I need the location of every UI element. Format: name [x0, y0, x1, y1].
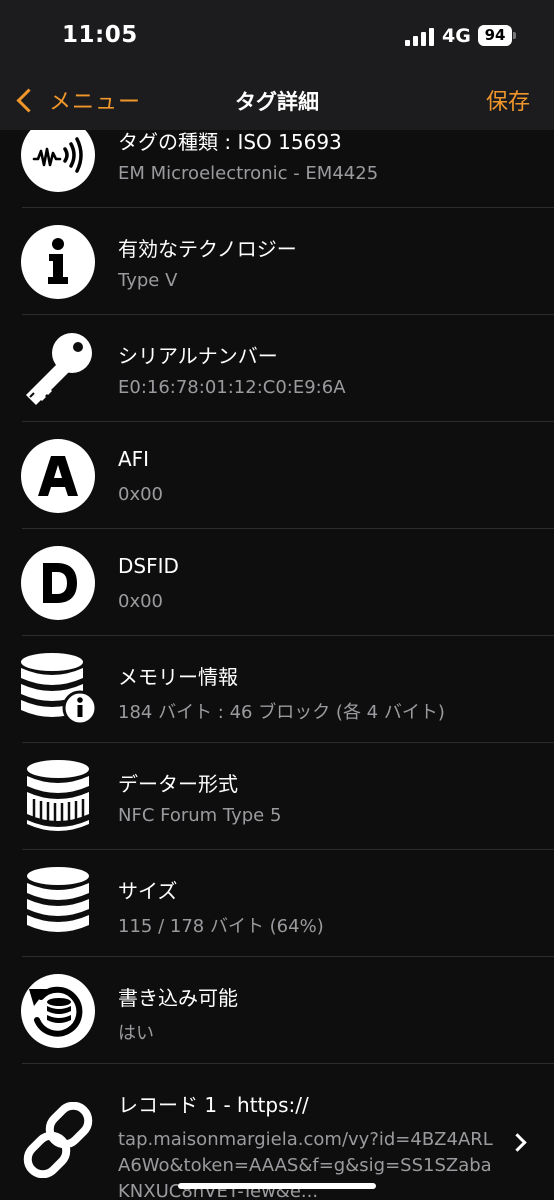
row-title: メモリー情報 — [118, 665, 238, 689]
list-item-data-format[interactable]: データー形式 NFC Forum Type 5 — [0, 743, 554, 850]
letter-d-icon — [21, 546, 95, 620]
row-value: 115 / 178 バイト (64%) — [118, 916, 324, 937]
page-title: タグ詳細 — [235, 90, 319, 114]
row-title: サイズ — [118, 879, 178, 903]
battery-icon: 94 — [478, 25, 512, 46]
row-title: AFI — [118, 447, 150, 471]
row-title: DSFID — [118, 554, 179, 578]
tag-detail-list[interactable]: タグの種類 : ISO 15693 EM Microelectronic - E… — [0, 130, 554, 1200]
chevron-right-icon — [508, 1133, 527, 1152]
list-item-technologies[interactable]: 有効なテクノロジー Type V — [0, 208, 554, 315]
list-item-tag-type[interactable]: タグの種類 : ISO 15693 EM Microelectronic - E… — [0, 130, 554, 208]
list-item-writable[interactable]: 書き込み可能 はい — [0, 957, 554, 1064]
info-icon — [21, 225, 95, 299]
row-value: 0x00 — [118, 591, 164, 612]
link-icon — [23, 1102, 93, 1178]
status-bar: 11:05 4G 94 — [0, 0, 554, 70]
status-time: 11:05 — [62, 22, 138, 48]
memory-info-icon — [21, 653, 96, 726]
key-icon — [26, 333, 92, 405]
row-value: 184 バイト : 46 ブロック (各 4 バイト) — [118, 702, 445, 723]
list-item-record-1[interactable]: レコード 1 - https:// tap.maisonmargiela.com… — [0, 1064, 554, 1200]
network-type: 4G — [442, 25, 471, 47]
home-indicator[interactable] — [178, 1183, 376, 1189]
row-value: tap.maisonmargiela.com/vy?id=4BZ4ARLA6Wo… — [118, 1129, 493, 1200]
row-value: NFC Forum Type 5 — [118, 805, 282, 826]
row-title: レコード 1 - https:// — [118, 1093, 309, 1117]
row-title: 有効なテクノロジー — [118, 237, 297, 261]
save-button[interactable]: 保存 — [486, 84, 530, 116]
row-title: シリアルナンバー — [118, 344, 278, 368]
list-item-dsfid[interactable]: DSFID 0x00 — [0, 529, 554, 636]
row-value: E0:16:78:01:12:C0:E9:6A — [118, 377, 346, 398]
list-item-size[interactable]: サイズ 115 / 178 バイト (64%) — [0, 850, 554, 957]
navigation-bar: メニュー タグ詳細 保存 — [0, 70, 554, 130]
size-icon — [27, 867, 89, 932]
row-value: はい — [118, 1023, 154, 1044]
row-title: タグの種類 : ISO 15693 — [118, 130, 342, 154]
row-title: データー形式 — [118, 772, 238, 796]
list-item-memory-info[interactable]: メモリー情報 184 バイト : 46 ブロック (各 4 バイト) — [0, 636, 554, 743]
battery-nub — [513, 32, 516, 39]
letter-a-icon — [21, 439, 95, 513]
list-item-afi[interactable]: AFI 0x00 — [0, 422, 554, 529]
row-value: Type V — [118, 270, 178, 291]
list-item-serial-number[interactable]: シリアルナンバー E0:16:78:01:12:C0:E9:6A — [0, 315, 554, 422]
signal-strength-icon — [405, 28, 435, 46]
row-value: 0x00 — [118, 484, 164, 505]
row-value: EM Microelectronic - EM4425 — [118, 163, 379, 184]
writable-icon — [21, 974, 95, 1048]
nfc-wave-icon — [21, 130, 95, 192]
row-title: 書き込み可能 — [118, 986, 238, 1010]
data-format-icon — [27, 760, 89, 831]
